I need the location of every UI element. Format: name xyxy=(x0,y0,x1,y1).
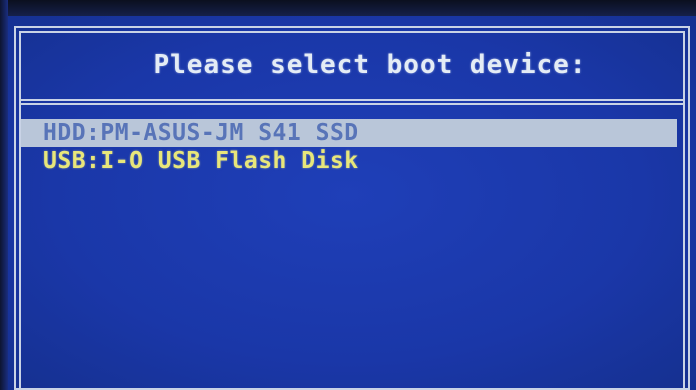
boot-device-list: HDD:PM-ASUS-JM S41 SSD USB:I-O USB Flash… xyxy=(21,119,683,175)
dialog-title: Please select boot device: xyxy=(153,50,587,80)
title-divider-double xyxy=(21,103,683,105)
monitor-bezel-left xyxy=(0,0,8,390)
dialog-inner-frame: Please select boot device: HDD:PM-ASUS-J… xyxy=(19,31,685,390)
boot-device-label: HDD:PM-ASUS-JM S41 SSD xyxy=(43,120,359,146)
bios-screen: Please select boot device: HDD:PM-ASUS-J… xyxy=(0,0,696,390)
title-divider xyxy=(21,99,683,101)
boot-device-usb[interactable]: USB:I-O USB Flash Disk xyxy=(21,147,683,175)
monitor-bezel-top xyxy=(0,0,696,16)
dialog-title-bar: Please select boot device: xyxy=(21,33,683,97)
boot-device-label: USB:I-O USB Flash Disk xyxy=(43,148,359,174)
boot-device-hdd[interactable]: HDD:PM-ASUS-JM S41 SSD xyxy=(21,119,677,147)
boot-device-dialog: Please select boot device: HDD:PM-ASUS-J… xyxy=(14,26,690,390)
